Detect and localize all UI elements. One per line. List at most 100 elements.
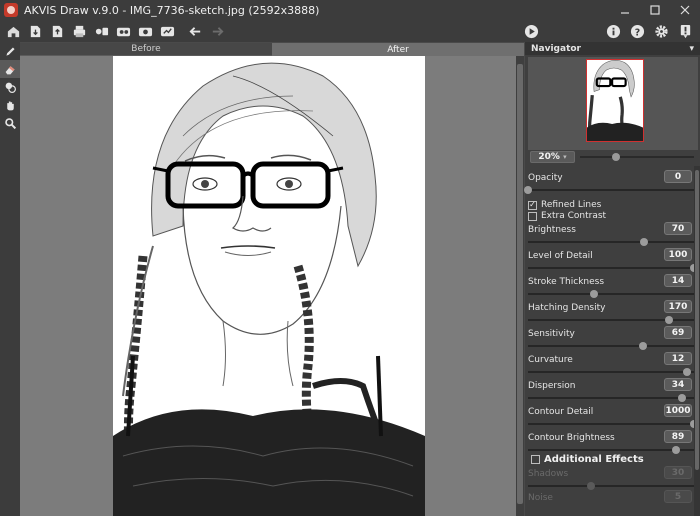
contour-brightness-value[interactable]: 89: [664, 430, 692, 443]
hatching-density-label: Hatching Density: [528, 303, 606, 313]
noise-value: 5: [664, 490, 692, 503]
opacity-label: Opacity: [528, 173, 563, 183]
curvature-slider-knob[interactable]: [683, 368, 692, 376]
sensitivity-label: Sensitivity: [528, 329, 575, 339]
batch-icon[interactable]: [92, 22, 110, 40]
refined-lines-label: Refined Lines: [541, 200, 602, 210]
curvature-label: Curvature: [528, 355, 573, 365]
presets-icon[interactable]: [114, 22, 132, 40]
zoom-select[interactable]: 20% ▾: [530, 151, 575, 163]
param-contour-detail: Contour Detail 1000: [528, 404, 698, 431]
play-icon[interactable]: [522, 22, 540, 40]
brightness-value[interactable]: 70: [664, 222, 692, 235]
contour-detail-slider[interactable]: [528, 420, 698, 428]
brightness-slider-knob[interactable]: [640, 238, 649, 246]
minimize-icon[interactable]: [610, 0, 640, 20]
share-icon[interactable]: [158, 22, 176, 40]
level-of-detail-label: Level of Detail: [528, 251, 593, 261]
settings-icon[interactable]: [136, 22, 154, 40]
tool-strip: [0, 42, 20, 516]
zoom-value: 20%: [538, 152, 560, 162]
sensitivity-slider[interactable]: [528, 342, 694, 350]
stroke-thickness-value[interactable]: 14: [664, 274, 692, 287]
curvature-value[interactable]: 12: [664, 352, 692, 365]
gear-icon[interactable]: [652, 22, 670, 40]
contour-brightness-slider[interactable]: [528, 446, 694, 454]
extra-contrast-row[interactable]: Extra Contrast: [528, 210, 606, 222]
undo-icon[interactable]: [186, 22, 204, 40]
param-noise: Noise 5: [528, 490, 694, 516]
opacity-slider[interactable]: [524, 186, 694, 194]
navigator-preview[interactable]: [528, 57, 698, 150]
open-file-icon[interactable]: [26, 22, 44, 40]
help-icon[interactable]: ?: [628, 22, 646, 40]
notification-icon[interactable]: [676, 22, 694, 40]
hatching-density-slider-knob[interactable]: [665, 316, 674, 324]
title-bar: AKVIS Draw v.9.0 - IMG_7736-sketch.jpg (…: [0, 0, 700, 20]
extra-contrast-checkbox[interactable]: [528, 211, 537, 221]
save-file-icon[interactable]: [48, 22, 66, 40]
param-level-of-detail: Level of Detail 100: [528, 248, 698, 275]
hatching-density-slider[interactable]: [528, 316, 694, 324]
panel-scrollbar-thumb[interactable]: [695, 170, 699, 470]
window-controls: [610, 0, 700, 20]
param-opacity: Opacity 0: [524, 170, 694, 197]
image-canvas[interactable]: [20, 56, 524, 516]
navigator-title: Navigator: [531, 43, 581, 54]
brightness-label: Brightness: [528, 225, 576, 235]
close-icon[interactable]: [670, 0, 700, 20]
pencil-tool-icon[interactable]: [0, 42, 20, 60]
redo-icon[interactable]: [208, 22, 226, 40]
hatching-density-value[interactable]: 170: [664, 300, 692, 313]
dispersion-value[interactable]: 34: [664, 378, 692, 391]
level-of-detail-slider[interactable]: [528, 264, 698, 272]
param-stroke-thickness: Stroke Thickness 14: [528, 274, 694, 301]
tab-before[interactable]: Before: [20, 43, 272, 56]
contour-detail-value[interactable]: 1000: [664, 404, 692, 417]
curvature-slider[interactable]: [528, 368, 694, 376]
toolbar: ?: [0, 20, 700, 42]
level-of-detail-value[interactable]: 100: [664, 248, 692, 261]
svg-text:?: ?: [634, 27, 639, 38]
additional-effects-header[interactable]: Additional Effects: [531, 452, 695, 466]
opacity-value[interactable]: 0: [664, 170, 692, 183]
additional-effects-checkbox[interactable]: [531, 454, 540, 464]
home-icon[interactable]: [4, 22, 22, 40]
navigator-thumbnail: [586, 59, 644, 142]
tab-after[interactable]: After: [272, 43, 524, 56]
info-icon[interactable]: [604, 22, 622, 40]
zoom-slider[interactable]: [580, 153, 694, 161]
param-hatching-density: Hatching Density 170: [528, 300, 694, 327]
dispersion-slider-knob[interactable]: [678, 394, 687, 402]
dispersion-label: Dispersion: [528, 381, 576, 391]
eraser-tool-icon[interactable]: [0, 60, 20, 78]
panel-scrollbar[interactable]: [694, 166, 700, 516]
settings-panel: Navigator ▾ 20% ▾ Opacity 0 ✓ Refined Li…: [524, 42, 700, 516]
shadows-slider: [528, 482, 694, 490]
print-icon[interactable]: [70, 22, 88, 40]
zoom-slider-knob[interactable]: [611, 153, 620, 161]
navigator-viewport[interactable]: [586, 59, 644, 142]
zoom-tool-icon[interactable]: [0, 114, 20, 132]
dispersion-slider[interactable]: [528, 394, 694, 402]
view-tabs: Before After: [20, 43, 524, 56]
extra-contrast-label: Extra Contrast: [541, 211, 607, 221]
chevron-down-icon: ▾: [563, 153, 567, 161]
noise-label: Noise: [528, 493, 553, 503]
maximize-icon[interactable]: [640, 0, 670, 20]
stroke-thickness-slider[interactable]: [528, 290, 694, 298]
chevron-down-icon[interactable]: ▾: [689, 44, 694, 54]
zoom-control: 20% ▾: [528, 151, 698, 165]
sensitivity-slider-knob[interactable]: [638, 342, 647, 350]
stroke-thickness-slider-knob[interactable]: [590, 290, 599, 298]
canvas-scrollbar[interactable]: [516, 56, 524, 516]
canvas-scrollbar-thumb[interactable]: [517, 64, 523, 504]
hand-tool-icon[interactable]: [0, 96, 20, 114]
shadows-label: Shadows: [528, 469, 569, 479]
stamp-tool-icon[interactable]: [0, 78, 20, 96]
refined-lines-checkbox[interactable]: ✓: [528, 200, 537, 210]
sensitivity-value[interactable]: 69: [664, 326, 692, 339]
param-curvature: Curvature 12: [528, 352, 694, 379]
brightness-slider[interactable]: [528, 238, 694, 246]
opacity-slider-knob[interactable]: [524, 186, 532, 194]
